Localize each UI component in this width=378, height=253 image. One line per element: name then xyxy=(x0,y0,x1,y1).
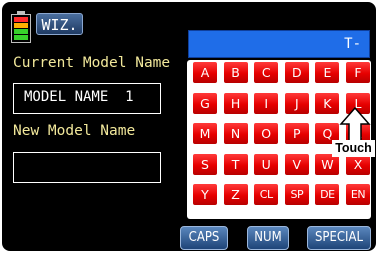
transmitter-screen-stage: { "header": { "wizard_button_label": "WI… xyxy=(0,0,378,253)
battery-cell xyxy=(14,17,28,22)
key-f[interactable]: F xyxy=(345,61,371,84)
key-v[interactable]: V xyxy=(283,152,310,176)
battery-cell xyxy=(14,35,28,40)
key-i[interactable]: I xyxy=(253,91,280,115)
touch-annotation: Touch xyxy=(332,140,375,157)
key-c[interactable]: C xyxy=(253,61,280,84)
key-en[interactable]: EN xyxy=(345,183,371,207)
key-z[interactable]: Z xyxy=(222,183,249,207)
new-model-name-field[interactable] xyxy=(13,152,161,183)
key-n[interactable]: N xyxy=(222,122,249,146)
key-m[interactable]: M xyxy=(192,122,218,146)
key-g[interactable]: G xyxy=(192,91,218,115)
key-b[interactable]: B xyxy=(222,61,249,84)
wizard-button[interactable]: WIZ. xyxy=(36,13,83,35)
key-sp[interactable]: SP xyxy=(283,183,310,207)
key-t[interactable]: T xyxy=(222,152,249,176)
current-model-label: Current Model Name xyxy=(13,55,171,71)
key-a[interactable]: A xyxy=(192,61,218,84)
num-button[interactable]: NUM xyxy=(247,226,289,250)
key-e[interactable]: E xyxy=(314,61,341,84)
battery-icon xyxy=(11,11,31,43)
new-model-label: New Model Name xyxy=(13,123,136,139)
battery-body xyxy=(11,14,31,43)
key-de[interactable]: DE xyxy=(314,183,341,207)
key-u[interactable]: U xyxy=(253,152,280,176)
key-cl[interactable]: CL xyxy=(253,183,280,207)
battery-cell xyxy=(14,29,28,34)
key-y[interactable]: Y xyxy=(192,183,218,207)
text-entry-display: T- xyxy=(188,30,370,58)
key-k[interactable]: K xyxy=(314,91,341,115)
key-p[interactable]: P xyxy=(283,122,310,146)
lcd-screen: WIZ. Current Model Name MODEL NAME 1 New… xyxy=(2,2,376,251)
key-o[interactable]: O xyxy=(253,122,280,146)
key-j[interactable]: J xyxy=(283,91,310,115)
key-h[interactable]: H xyxy=(222,91,249,115)
key-d[interactable]: D xyxy=(283,61,310,84)
key-s[interactable]: S xyxy=(192,152,218,176)
special-button[interactable]: SPECIAL xyxy=(307,226,371,250)
battery-cell xyxy=(14,23,28,28)
caps-button[interactable]: CAPS xyxy=(180,226,228,250)
current-model-name-field: MODEL NAME 1 xyxy=(13,83,161,114)
